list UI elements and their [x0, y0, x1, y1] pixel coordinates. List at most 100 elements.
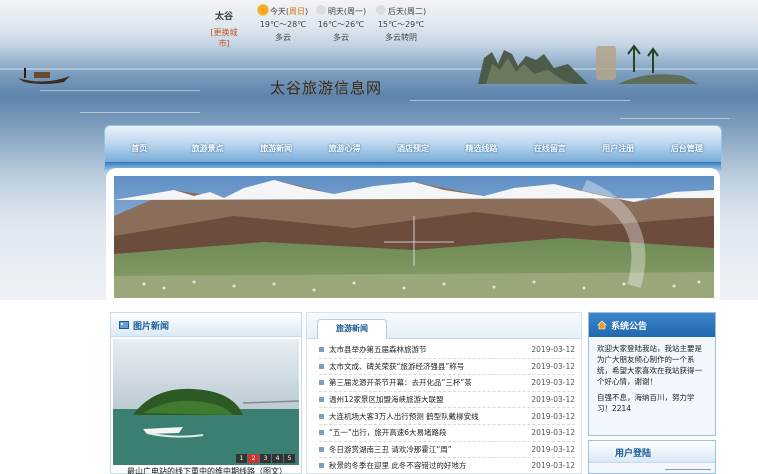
day-desc: 多云转阴 [385, 33, 417, 42]
weather-today: 今天(周日) 19℃～28℃ 多云 [252, 5, 314, 44]
photo-news-header: 图片新闻 [111, 313, 301, 337]
site-title: 太谷旅游信息网 [270, 79, 383, 97]
mountain-landscape-image [114, 176, 714, 298]
bullet-icon [319, 347, 324, 353]
island-photo [113, 339, 299, 465]
news-date: 2019-03-12 [531, 361, 575, 371]
news-item[interactable]: 冬日游赏湖南三丑 请欢冷那霍江“周” 2019-03-12 [319, 442, 575, 459]
photo-news-panel: 图片新闻 1 2 3 4 5 最山广电站的线下重中的维中期线路（图文） [110, 312, 302, 474]
nav-hotel-booking[interactable]: 酒店预定 [379, 143, 447, 154]
news-title[interactable]: 第三届龙源开茶节开幕：去开化品“三杯”茶 [329, 377, 517, 388]
weather-tomorrow: 明天(周一) 16℃～26℃ 多云 [310, 5, 372, 44]
nav-online-message[interactable]: 在线留言 [516, 143, 584, 154]
city-name: 太谷 [214, 12, 233, 22]
day-tag: 周一 [347, 7, 363, 16]
day-label: 今天 [269, 7, 286, 16]
news-date: 2019-03-12 [531, 428, 575, 438]
rocks-scenery-icon [478, 44, 698, 84]
bullet-icon [319, 446, 324, 452]
pager-button-active[interactable]: 2 [248, 454, 259, 463]
pager-button[interactable]: 5 [284, 454, 295, 463]
bullet-icon [319, 413, 324, 419]
news-title[interactable]: 太市县举办第五届森林旅游节 [329, 344, 517, 355]
notice-title: 系统公告 [611, 322, 648, 332]
main-nav-bar: 首页 旅游景点 旅游新闻 旅游心得 酒店预定 精选线路 在线留言 用户注册 后台… [104, 125, 722, 171]
news-title[interactable]: 大连机场大客3万人出行预测 鹤型队戴柳安线 [329, 411, 517, 422]
bullet-icon [319, 463, 324, 469]
change-city-link[interactable]: [更换城市] [205, 27, 243, 49]
news-date: 2019-03-12 [531, 444, 575, 454]
day-temp: 15℃～29℃ [377, 20, 425, 29]
news-title[interactable]: “五一”出行，旅开高速6大易堵路段 [329, 427, 517, 438]
notice-paragraph: 欢迎大家登陆我站，我站主要是为广大朋友倾心制作的一个系统，希望大家喜欢在我站获得… [597, 344, 702, 386]
banner-image [114, 176, 714, 298]
pager-button[interactable]: 1 [236, 454, 247, 463]
photo-news-image[interactable]: 1 2 3 4 5 [113, 339, 299, 465]
news-title[interactable]: 太市文成、碑关荣获“旅游经济强县”称号 [329, 361, 517, 372]
nav-admin[interactable]: 后台管理 [653, 143, 721, 154]
news-date: 2019-03-12 [531, 378, 575, 388]
photo-news-title: 图片新闻 [133, 322, 170, 332]
day-desc: 多云 [333, 33, 349, 42]
weather-city: 太谷 [更换城市] [205, 9, 243, 49]
news-title[interactable]: 秋景的冬季在迎里 此冬不容错过的好地方 [329, 460, 517, 471]
sea-ripple [620, 118, 730, 119]
bullet-icon [319, 397, 324, 403]
news-item[interactable]: “五一”出行，旅开高速6大易堵路段 2019-03-12 [319, 425, 575, 442]
weather-widget: 太谷 [更换城市] 今天(周日) 19℃～28℃ 多云 明天(周一) 16℃～2… [0, 3, 758, 48]
news-tab-bar: 旅游新闻 [307, 313, 581, 339]
news-title[interactable]: 冬日游赏湖南三丑 请欢冷那霍江“周” [329, 444, 517, 455]
news-date: 2019-03-12 [531, 411, 575, 421]
news-date: 2019-03-12 [531, 345, 575, 355]
nav-featured-routes[interactable]: 精选线路 [447, 143, 515, 154]
news-list: 太市县举办第五届森林旅游节 2019-03-12 太市文成、碑关荣获“旅游经济强县… [307, 339, 581, 474]
bullet-icon [319, 380, 324, 386]
news-item[interactable]: 太市县举办第五届森林旅游节 2019-03-12 [319, 342, 575, 359]
cloud-icon [315, 5, 326, 15]
username-field[interactable] [665, 469, 711, 474]
login-header: 用户登陆 [589, 441, 715, 463]
nav-home[interactable]: 首页 [105, 143, 173, 154]
day-desc: 多云 [275, 33, 291, 42]
day-tag: 周日 [289, 7, 305, 16]
sea-ripple [80, 112, 200, 113]
pager-button[interactable]: 3 [260, 454, 271, 463]
day-temp: 19℃～28℃ [259, 20, 307, 29]
home-icon [597, 320, 607, 330]
tab-travel-news[interactable]: 旅游新闻 [317, 319, 387, 339]
notice-paragraph: 自强不息，海纳百川，努力学习！2214 [597, 393, 695, 413]
sea-ripple [410, 100, 630, 101]
main-nav: 首页 旅游景点 旅游新闻 旅游心得 酒店预定 精选线路 在线留言 用户注册 后台… [105, 134, 721, 162]
nav-register[interactable]: 用户注册 [584, 143, 652, 154]
sea-ripple [40, 90, 200, 91]
cloud-icon [375, 5, 386, 15]
news-item[interactable]: 太市文成、碑关荣获“旅游经济强县”称号 2019-03-12 [319, 359, 575, 376]
pager-button[interactable]: 4 [272, 454, 283, 463]
photo-icon [119, 320, 129, 330]
travel-news-panel: 旅游新闻 太市县举办第五届森林旅游节 2019-03-12 太市文成、碑关荣获“旅… [306, 312, 582, 474]
news-date: 2019-03-12 [531, 395, 575, 405]
bullet-icon [319, 430, 324, 436]
photo-caption-link[interactable]: 最山广电站的线下重中的维中期线路（图文） [127, 466, 297, 474]
sun-icon [257, 5, 268, 15]
day-tag: 周二 [407, 7, 423, 16]
news-item[interactable]: 第三届龙源开茶节开幕：去开化品“三杯”茶 2019-03-12 [319, 375, 575, 392]
notice-body: 欢迎大家登陆我站，我站主要是为广大朋友倾心制作的一个系统，希望大家喜欢在我站获得… [589, 337, 715, 420]
news-title[interactable]: 温州12家景区加盟海峡旅游大联盟 [329, 394, 517, 405]
photo-pager: 1 2 3 4 5 [236, 454, 295, 463]
notice-header: 系统公告 [589, 313, 715, 337]
nav-scenic-spots[interactable]: 旅游景点 [173, 143, 241, 154]
day-label: 后天 [387, 7, 404, 16]
news-item[interactable]: 秋景的冬季在迎里 此冬不容错过的好地方 2019-03-12 [319, 458, 575, 474]
news-item[interactable]: 大连机场大客3万人出行预测 鹤型队戴柳安线 2019-03-12 [319, 408, 575, 425]
news-item[interactable]: 温州12家景区加盟海峡旅游大联盟 2019-03-12 [319, 392, 575, 409]
day-temp: 16℃～26℃ [317, 20, 365, 29]
bullet-icon [319, 363, 324, 369]
news-date: 2019-03-12 [531, 461, 575, 471]
day-label: 明天 [327, 7, 344, 16]
nav-travel-notes[interactable]: 旅游心得 [310, 143, 378, 154]
user-login-panel: 用户登陆 [588, 440, 716, 474]
system-notice-panel: 系统公告 欢迎大家登陆我站，我站主要是为广大朋友倾心制作的一个系统，希望大家喜欢… [588, 312, 716, 436]
nav-travel-news[interactable]: 旅游新闻 [242, 143, 310, 154]
weather-day-after: 后天(周二) 15℃～29℃ 多云转阴 [370, 5, 432, 44]
